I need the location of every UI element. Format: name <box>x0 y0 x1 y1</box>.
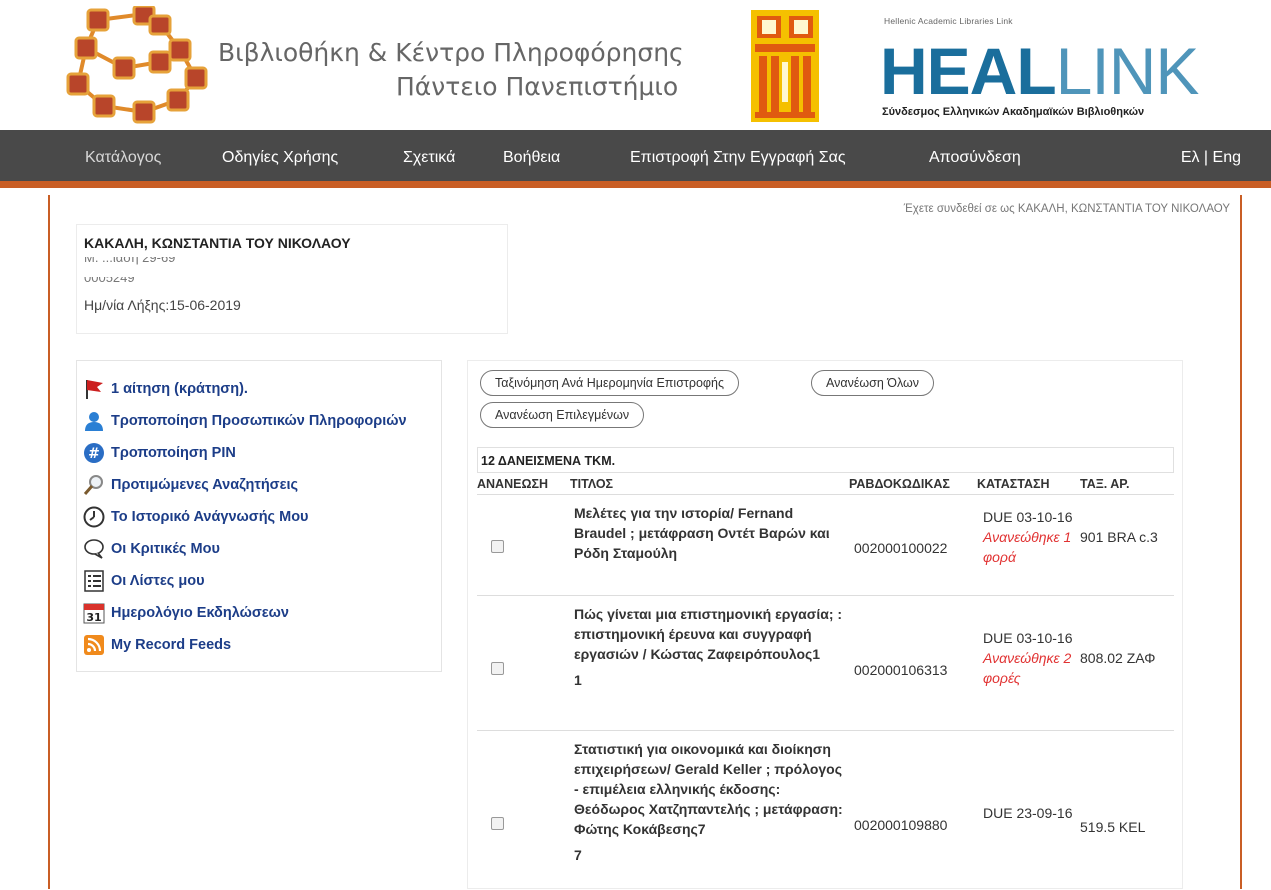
patron-address: Μ. ...ιάση 29-69 <box>84 257 176 265</box>
col-status: ΚΑΤΑΣΤΑΣΗ <box>977 477 1050 491</box>
library-title: Βιβλιοθήκη & Κέντρο Πληροφόρησης Πάντειο… <box>218 36 738 104</box>
list-icon <box>83 570 105 592</box>
library-network-logo[interactable] <box>64 6 210 126</box>
library-title-line1: Βιβλιοθήκη & Κέντρο Πληροφόρησης <box>218 38 684 67</box>
item-call-number: 519.5 KEL <box>1080 819 1146 835</box>
hash-icon: # <box>83 442 105 464</box>
item-title[interactable]: Πώς γίνεται μια επιστημονική εργασία; : … <box>574 604 846 690</box>
calendar-icon: 31 <box>83 602 105 624</box>
renew-all-button[interactable]: Ανανέωση Όλων <box>811 370 935 396</box>
heallink-tagline: Hellenic Academic Libraries Link <box>884 16 1013 26</box>
table-row: Στατιστική για οικονομικά και διοίκηση ε… <box>477 731 1174 890</box>
side-item-change-pin[interactable]: # Τροποποίηση PIN <box>77 437 441 469</box>
col-renew: ΑΝΑΝΕΩΣΗ <box>477 477 548 491</box>
rss-icon <box>83 634 105 656</box>
item-title[interactable]: Στατιστική για οικονομικά και διοίκηση ε… <box>574 739 846 865</box>
item-barcode: 002000106313 <box>854 662 948 678</box>
nav-help[interactable]: Βοήθεια <box>503 149 560 167</box>
main-content: Έχετε συνδεθεί σε ως ΚΑΚΑΛΗ, ΚΩΝΣΤΑΝΤΙΑ … <box>48 195 1242 889</box>
item-status: DUE 03-10-16 Ανανεώθηκε 1 φορά <box>983 507 1081 567</box>
site-header: Βιβλιοθήκη & Κέντρο Πληροφόρησης Πάντειο… <box>0 0 1271 130</box>
svg-text:31: 31 <box>86 611 101 624</box>
main-nav: Κατάλογος Οδηγίες Χρήσης Σχετικά Βοήθεια… <box>0 130 1271 188</box>
side-item-my-reviews[interactable]: Οι Κριτικές Μου <box>77 533 441 565</box>
patron-info-box: ΚΑΚΑΛΗ, ΚΩΝΣΤΑΝΤΙΑ ΤΟΥ ΝΙΚΟΛΑΟΥ Μ. ...ιά… <box>76 224 508 334</box>
col-barcode: ΡΑΒΔΟΚΩΔΙΚΑΣ <box>849 477 950 491</box>
account-side-menu: 1 αίτηση (κράτηση). Τροποποίηση Προσωπικ… <box>76 360 442 672</box>
patron-id: 0005249 <box>84 277 135 285</box>
side-item-reading-history[interactable]: Το Ιστορικό Ανάγνωσής Μου <box>77 501 441 533</box>
magnifier-icon <box>83 474 105 496</box>
item-status: DUE 03-10-16 Ανανεώθηκε 2 φορές <box>983 628 1081 688</box>
nav-about[interactable]: Σχετικά <box>403 149 455 167</box>
item-barcode: 002000100022 <box>854 540 948 556</box>
checked-out-count-header: 12 ΔΑΝΕΙΣΜΕΝΑ ΤΚΜ. <box>477 447 1174 473</box>
table-row: Πώς γίνεται μια επιστημονική εργασία; : … <box>477 596 1174 731</box>
user-icon <box>83 410 105 432</box>
nav-back-to-record[interactable]: Επιστροφή Στην Εγγραφή Σας <box>630 149 846 167</box>
logged-in-notice: Έχετε συνδεθεί σε ως ΚΑΚΑΛΗ, ΚΩΝΣΤΑΝΤΙΑ … <box>903 203 1230 215</box>
nav-user-guide[interactable]: Οδηγίες Χρήσης <box>222 149 338 167</box>
library-title-line2: Πάντειο Πανεπιστήμιο <box>396 72 679 101</box>
nav-logout[interactable]: Αποσύνδεση <box>929 149 1021 167</box>
renew-checkbox[interactable] <box>491 817 504 830</box>
heallink-wordmark: HEALLINK <box>880 34 1199 108</box>
item-status: DUE 23-09-16 <box>983 805 1073 821</box>
side-item-saved-searches[interactable]: Προτιμώμενες Αναζητήσεις <box>77 469 441 501</box>
university-seal-logo <box>751 10 819 122</box>
renew-checkbox[interactable] <box>491 662 504 675</box>
item-call-number: 901 BRA c.3 <box>1080 529 1158 545</box>
checked-out-items-panel: Ταξινόμηση Ανά Ημερομηνία Επιστροφής Ανα… <box>467 360 1183 889</box>
svg-text:#: # <box>88 446 100 462</box>
renewed-count: Ανανεώθηκε 2 φορές <box>983 650 1072 686</box>
side-item-my-lists[interactable]: Οι Λίστες μου <box>77 565 441 597</box>
heallink-subtitle: Σύνδεσμος Ελληνικών Ακαδημαϊκών Βιβλιοθη… <box>882 106 1145 118</box>
item-call-number: 808.02 ΖΑΦ <box>1080 650 1156 666</box>
renew-checkbox[interactable] <box>491 540 504 553</box>
side-item-holds[interactable]: 1 αίτηση (κράτηση). <box>77 373 441 405</box>
language-switch[interactable]: Ελ | Eng <box>1181 149 1241 167</box>
nav-catalog[interactable]: Κατάλογος <box>85 149 161 167</box>
side-item-events-calendar[interactable]: 31 Ημερολόγιο Εκδηλώσεων <box>77 597 441 629</box>
renewed-count: Ανανεώθηκε 1 φορά <box>983 529 1072 565</box>
loans-table-header: ΑΝΑΝΕΩΣΗ ΤΙΤΛΟΣ ΡΑΒΔΟΚΩΔΙΚΑΣ ΚΑΤΑΣΤΑΣΗ Τ… <box>477 473 1174 495</box>
patron-expiry-date: Ημ/νία Λήξης:15-06-2019 <box>84 297 241 313</box>
side-item-record-feeds[interactable]: My Record Feeds <box>77 629 441 661</box>
heallink-logo[interactable]: Hellenic Academic Libraries Link HEALLIN… <box>880 16 1199 118</box>
clock-icon <box>83 506 105 528</box>
speech-bubble-icon <box>83 538 105 560</box>
renew-selected-button[interactable]: Ανανέωση Επιλεγμένων <box>480 402 645 428</box>
patron-name: ΚΑΚΑΛΗ, ΚΩΝΣΤΑΝΤΙΑ ΤΟΥ ΝΙΚΟΛΑΟΥ <box>84 235 351 251</box>
side-item-personal-info[interactable]: Τροποποίηση Προσωπικών Πληροφοριών <box>77 405 441 437</box>
table-row: Μελέτες για την ιστορία/ Fernand Braudel… <box>477 495 1174 596</box>
item-barcode: 002000109880 <box>854 817 948 833</box>
sort-by-due-date-button[interactable]: Ταξινόμηση Ανά Ημερομηνία Επιστροφής <box>480 370 740 396</box>
red-flag-icon <box>83 378 105 400</box>
col-call-number: ΤΑΞ. ΑΡ. <box>1080 477 1130 491</box>
col-title: ΤΙΤΛΟΣ <box>570 477 614 491</box>
item-title[interactable]: Μελέτες για την ιστορία/ Fernand Braudel… <box>574 503 846 563</box>
